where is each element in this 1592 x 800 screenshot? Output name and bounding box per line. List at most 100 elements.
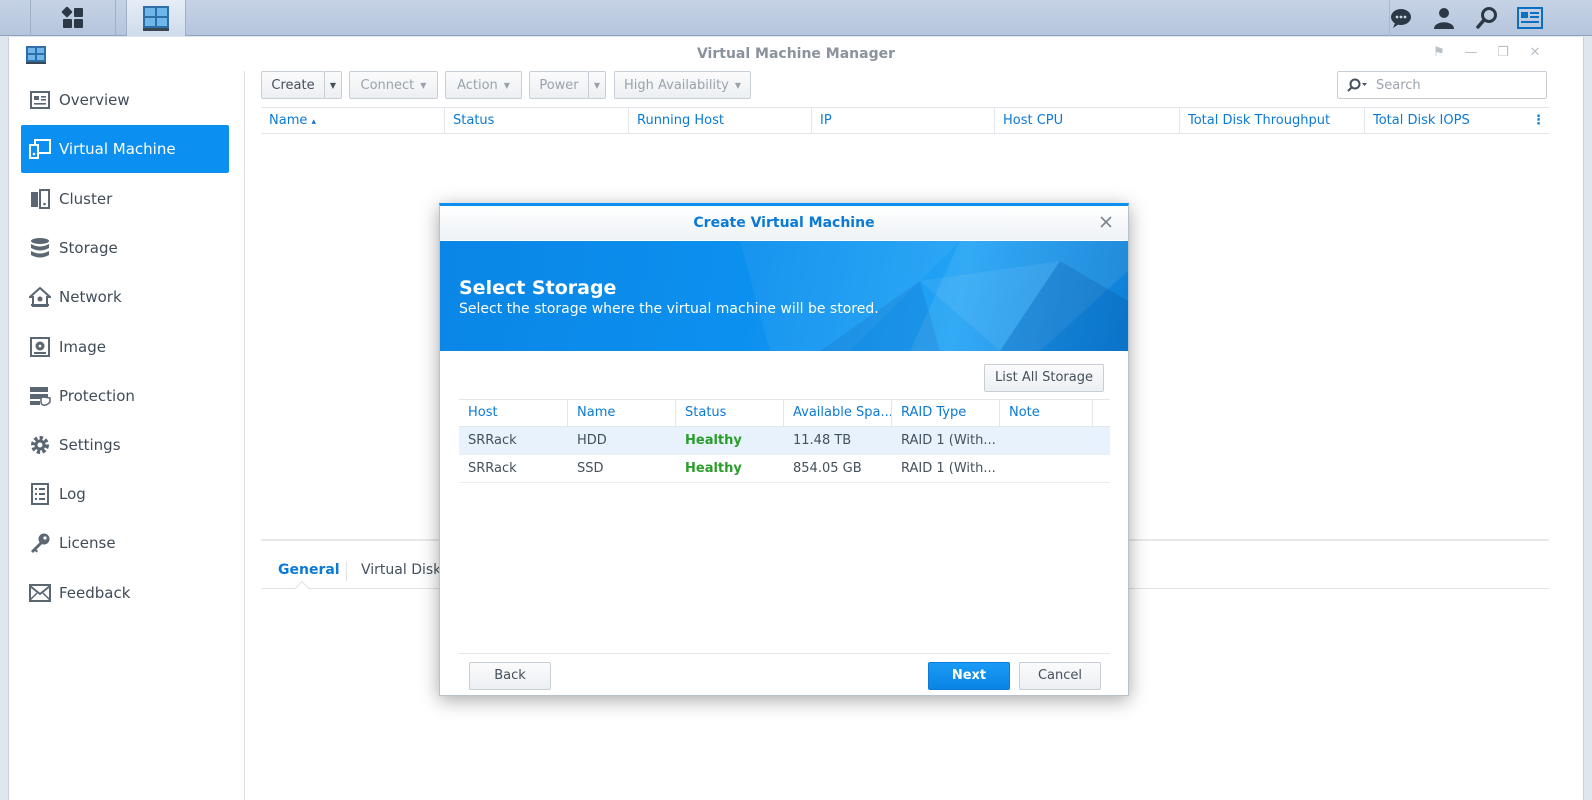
search-button[interactable]: [1474, 0, 1500, 36]
column-header-host[interactable]: Host: [459, 400, 568, 426]
step-banner: Select Storage Select the storage where …: [440, 241, 1128, 351]
column-header-name[interactable]: Name: [568, 400, 676, 426]
sidebar-item-settings[interactable]: Settings: [21, 421, 229, 469]
sidebar-item-label: License: [59, 534, 116, 552]
chevron-down-icon: ▼: [420, 80, 427, 90]
column-header-host-cpu[interactable]: Host CPU: [995, 108, 1180, 134]
taskbar-vmm-button[interactable]: [126, 0, 186, 36]
cell-available-space: 11.48 TB: [793, 433, 852, 448]
image-icon: [29, 336, 51, 358]
sidebar-item-license[interactable]: License: [21, 519, 229, 567]
sidebar-item-label: Settings: [59, 436, 121, 454]
key-icon: [29, 532, 51, 554]
sidebar-item-label: Network: [59, 288, 122, 306]
create-button-label: Create: [271, 77, 315, 93]
user-button[interactable]: [1431, 0, 1457, 36]
column-header-note[interactable]: Note: [1000, 400, 1093, 426]
main-menu-button[interactable]: [30, 0, 116, 36]
next-button[interactable]: Next: [928, 662, 1010, 690]
back-button[interactable]: Back: [469, 662, 551, 690]
chevron-down-icon: ▼: [734, 80, 742, 90]
column-header-status[interactable]: Status: [676, 400, 784, 426]
log-icon: [29, 483, 51, 505]
sidebar-item-overview[interactable]: Overview: [21, 76, 229, 124]
search-input[interactable]: [1374, 76, 1524, 94]
close-window-icon[interactable]: ✕: [1527, 45, 1543, 61]
cell-name: SSD: [577, 461, 604, 476]
power-button[interactable]: Power: [529, 71, 589, 99]
sidebar-item-label: Feedback: [59, 584, 131, 602]
column-header-running-host[interactable]: Running Host: [629, 108, 812, 134]
sidebar-item-image[interactable]: Image: [21, 323, 229, 371]
sidebar-item-protection[interactable]: Protection: [21, 372, 229, 420]
high-availability-button-label: High Availability: [623, 77, 729, 93]
cell-raid-type: RAID 1 (With...: [901, 433, 996, 448]
tab-divider: [346, 561, 347, 581]
pin-icon[interactable]: ⚑: [1431, 45, 1447, 61]
sidebar-item-cluster[interactable]: Cluster: [21, 175, 229, 223]
step-title: Select Storage: [459, 277, 617, 299]
sidebar-item-label: Storage: [59, 239, 118, 257]
column-options-icon[interactable]: ⋮: [1532, 108, 1545, 134]
widgets-button[interactable]: [1516, 0, 1544, 36]
user-icon: [1434, 8, 1454, 29]
restore-icon[interactable]: ❐: [1495, 45, 1511, 61]
sidebar-item-network[interactable]: Network: [21, 273, 229, 321]
mail-icon: [29, 582, 51, 604]
sidebar-item-label: Image: [59, 338, 106, 356]
tab-virtual-disk[interactable]: Virtual Disk: [361, 555, 441, 589]
cell-raid-type: RAID 1 (With...: [901, 461, 996, 476]
cell-host: SRRack: [468, 433, 517, 448]
sidebar-item-label: Log: [59, 485, 86, 503]
column-header-status[interactable]: Status: [445, 108, 629, 134]
window-title: Virtual Machine Manager: [696, 46, 896, 62]
step-description: Select the storage where the virtual mac…: [459, 301, 879, 317]
cancel-button[interactable]: Cancel: [1019, 662, 1101, 690]
search-icon: [1347, 78, 1367, 92]
column-header-ip[interactable]: IP: [812, 108, 995, 134]
column-header-label: Name: [269, 113, 308, 128]
list-all-storage-button[interactable]: List All Storage: [984, 364, 1104, 392]
sidebar-item-storage[interactable]: Storage: [21, 224, 229, 272]
create-dropdown-button[interactable]: ▼: [324, 71, 342, 99]
tab-general[interactable]: General: [278, 555, 340, 589]
cell-host: SRRack: [468, 461, 517, 476]
chevron-down-icon: ▼: [329, 80, 337, 90]
main-menu-icon: [61, 6, 83, 28]
cell-note: [1000, 455, 1093, 482]
column-header-total-disk-iops[interactable]: Total Disk IOPS: [1365, 108, 1525, 134]
sidebar-item-feedback[interactable]: Feedback: [21, 569, 229, 617]
search-field[interactable]: [1337, 71, 1547, 99]
minimize-icon[interactable]: —: [1463, 45, 1479, 61]
cell-note: [1000, 427, 1093, 454]
storage-table-header: Host Name Status Available Spa... RAID T…: [459, 399, 1110, 427]
table-row[interactable]: SRRack SSD Healthy 854.05 GB RAID 1 (Wit…: [459, 455, 1110, 483]
high-availability-button[interactable]: High Availability ▼: [614, 71, 751, 99]
sidebar-item-log[interactable]: Log: [21, 470, 229, 518]
column-header-name[interactable]: Name ▴: [261, 108, 445, 134]
search-icon: [1476, 7, 1497, 29]
sidebar-item-label: Overview: [59, 91, 130, 109]
sidebar-item-virtual-machine[interactable]: Virtual Machine: [21, 125, 229, 173]
storage-icon: [29, 237, 51, 259]
cell-status: Healthy: [685, 461, 742, 476]
action-button[interactable]: Action ▼: [445, 71, 522, 99]
cell-name: HDD: [577, 433, 607, 448]
close-icon[interactable]: [1098, 214, 1114, 230]
sidebar: Overview Virtual Machine Cluster Storage…: [9, 71, 245, 800]
power-button-label: Power: [539, 77, 579, 93]
sort-ascending-icon: ▴: [311, 117, 317, 127]
cluster-icon: [29, 188, 51, 210]
action-button-label: Action: [457, 77, 498, 93]
column-header-total-disk-throughput[interactable]: Total Disk Throughput: [1180, 108, 1365, 134]
table-row[interactable]: SRRack HDD Healthy 11.48 TB RAID 1 (With…: [459, 427, 1110, 455]
create-button[interactable]: Create: [261, 71, 325, 99]
sidebar-item-label: Virtual Machine: [59, 140, 176, 158]
connect-button[interactable]: Connect ▼: [349, 71, 438, 99]
create-vm-dialog: Create Virtual Machine Select Storage Se…: [439, 203, 1129, 696]
sidebar-item-label: Cluster: [59, 190, 113, 208]
column-header-raid-type[interactable]: RAID Type: [892, 400, 1000, 426]
column-header-available-space[interactable]: Available Spa...: [784, 400, 892, 426]
power-dropdown-button[interactable]: ▼: [588, 71, 606, 99]
notifications-button[interactable]: [1388, 0, 1414, 36]
